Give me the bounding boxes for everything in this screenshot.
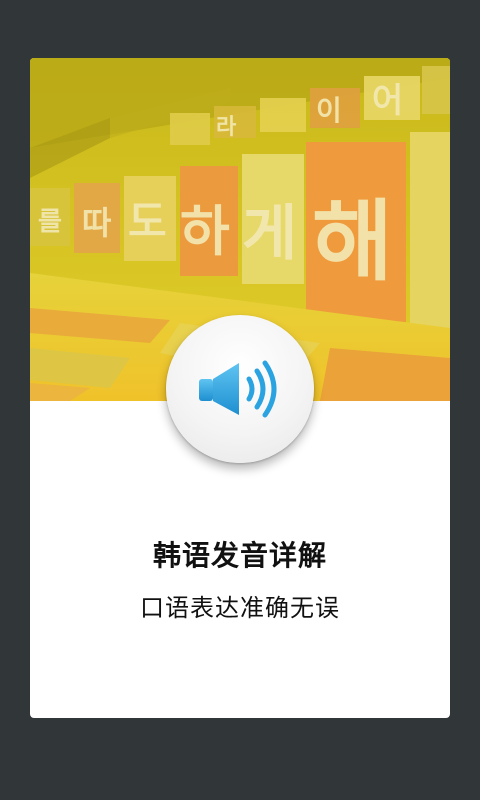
tile-glyph: 게 [242, 199, 297, 269]
card-subtitle: 口语表达准确无误 [140, 594, 340, 622]
intro-card: 를 따 도 하 게 해 라 이 어 韩语发音详解 口语表达准确无误 [30, 58, 450, 718]
tile-glyph: 도 [128, 197, 167, 246]
tile-glyph: 이 [316, 94, 342, 127]
tile-glyph: 따 [82, 204, 111, 242]
tile-glyph: 를 [38, 207, 62, 237]
tile-glyph: 해 [312, 190, 393, 293]
screen: 를 따 도 하 게 해 라 이 어 韩语发音详解 口语表达准确无误 [0, 0, 480, 800]
play-sound-button[interactable] [166, 315, 314, 463]
tile-glyph: 라 [216, 115, 237, 140]
tile-glyph: 어 [372, 81, 403, 121]
speaker-icon [199, 360, 277, 418]
tile-glyph: 하 [180, 200, 230, 263]
card-title: 韩语发音详解 [152, 539, 327, 572]
